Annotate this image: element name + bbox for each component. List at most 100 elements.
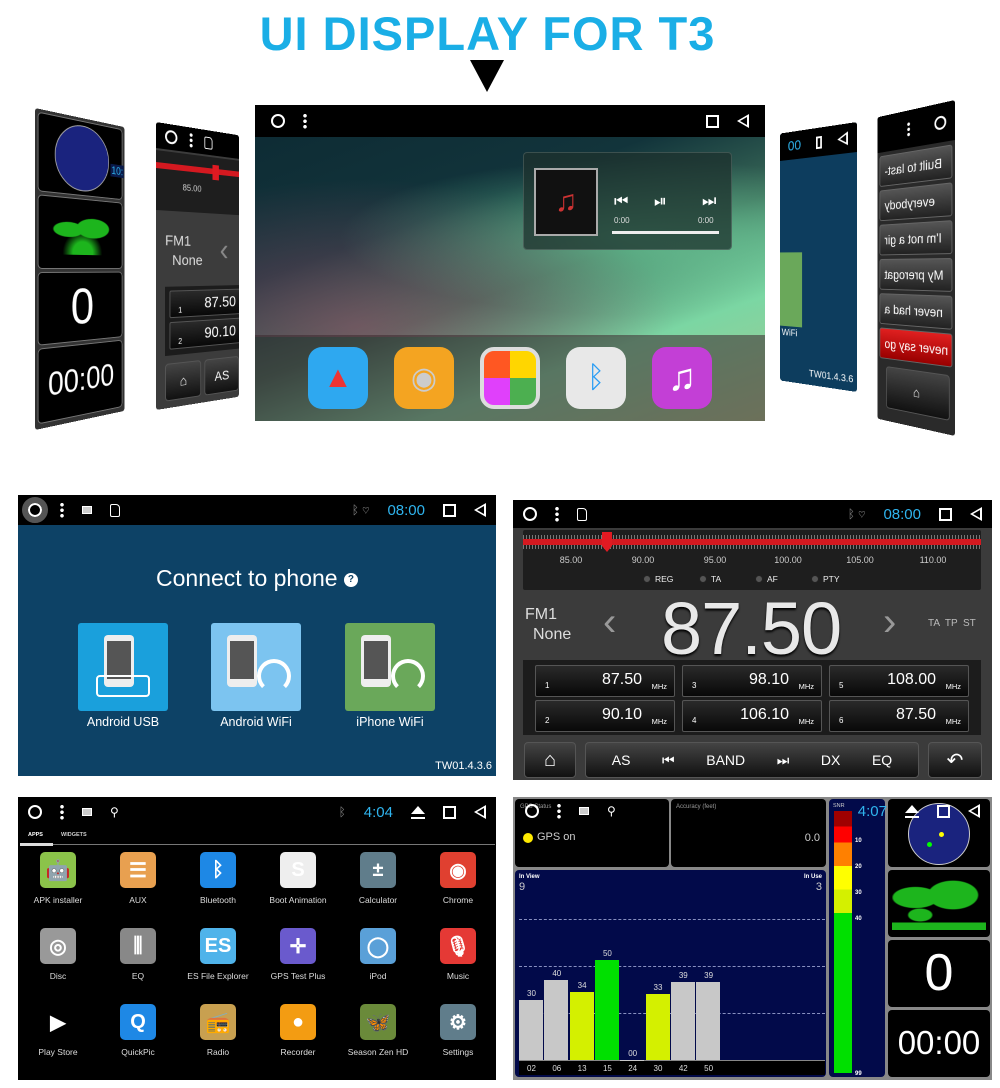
app-ipod[interactable]: ◯ iPod: [338, 928, 418, 981]
bluetooth-app-icon[interactable]: ᛒ: [566, 347, 626, 409]
navigation-app-icon[interactable]: ▲: [308, 347, 368, 409]
preset-2[interactable]: 2 90.10: [169, 317, 239, 350]
as-button[interactable]: AS: [204, 355, 239, 396]
scale-label: 110.00: [919, 555, 947, 565]
app-eq[interactable]: ⫼ EQ: [98, 928, 178, 981]
tab-widgets[interactable]: WIDGETS: [61, 832, 87, 838]
help-icon[interactable]: ?: [343, 572, 358, 587]
back-icon[interactable]: [837, 131, 848, 147]
as-button[interactable]: AS: [612, 752, 631, 768]
android-wifi-tile[interactable]: [211, 623, 301, 711]
eject-icon[interactable]: [411, 805, 425, 819]
app-chrome[interactable]: ◉ Chrome: [418, 852, 496, 905]
app-gps-test-plus[interactable]: ✛ GPS Test Plus: [258, 928, 338, 981]
preset-4[interactable]: 4 106.10 MHz: [682, 700, 822, 732]
preset-5[interactable]: 5 108.00 MHz: [829, 665, 969, 697]
seek-forward-button[interactable]: ⏭: [777, 752, 790, 769]
home-circle-icon[interactable]: [22, 497, 48, 523]
seek-back-button[interactable]: ⏮: [662, 752, 675, 769]
speaker-app-icon[interactable]: ◉: [394, 347, 454, 409]
app-es-file-explorer[interactable]: ES ES File Explorer: [178, 928, 258, 981]
app-music[interactable]: 🎙 Music: [418, 928, 496, 981]
menu-icon[interactable]: [60, 804, 64, 820]
seek-prev-chevron[interactable]: ‹: [603, 600, 616, 645]
preset-6[interactable]: 6 87.50 MHz: [829, 700, 969, 732]
album-art-icon[interactable]: ♫: [534, 168, 598, 236]
menu-icon[interactable]: [60, 502, 64, 518]
next-track-icon[interactable]: ⏭: [702, 193, 716, 211]
seek-next-chevron[interactable]: ›: [883, 600, 896, 645]
recents-icon[interactable]: [939, 507, 952, 521]
menu-icon[interactable]: [907, 121, 911, 137]
back-icon[interactable]: [968, 804, 980, 818]
preset-1[interactable]: 1 87.50: [169, 288, 239, 319]
recents-icon[interactable]: [443, 805, 456, 819]
app-icon: ES: [200, 928, 236, 964]
song-item[interactable]: everybody: [879, 182, 953, 222]
iphone-wifi-tile[interactable]: [780, 252, 803, 328]
preset-3[interactable]: 3 98.10 MHz: [682, 665, 822, 697]
pty-indicator[interactable]: PTY: [811, 574, 840, 584]
previous-track-icon[interactable]: ⏮: [614, 193, 628, 211]
menu-icon[interactable]: [303, 113, 307, 129]
menu-icon[interactable]: [189, 132, 193, 149]
app-play-store[interactable]: ▶ Play Store: [18, 1004, 98, 1057]
app-aux[interactable]: ☰ AUX: [98, 852, 178, 905]
song-item[interactable]: I'm not a gir: [879, 220, 953, 256]
tab-apps[interactable]: APPS: [28, 832, 43, 838]
app-boot-animation[interactable]: S Boot Animation: [258, 852, 338, 905]
recents-icon[interactable]: [706, 114, 719, 128]
home-button[interactable]: ⌂: [886, 366, 950, 421]
song-item[interactable]: My prerogat: [879, 258, 953, 292]
preset-2[interactable]: 2 90.10 MHz: [535, 700, 675, 732]
progress-bar[interactable]: [612, 231, 719, 234]
preset-1[interactable]: 1 87.50 MHz: [535, 665, 675, 697]
back-icon[interactable]: [970, 507, 982, 521]
back-icon[interactable]: [474, 503, 486, 517]
back-icon[interactable]: [737, 114, 749, 128]
home-circle-icon[interactable]: [525, 804, 539, 818]
home-circle-icon[interactable]: [934, 114, 947, 131]
app-radio[interactable]: 📻 Radio: [178, 1004, 258, 1057]
back-icon[interactable]: [474, 805, 486, 819]
home-button[interactable]: ⌂: [165, 360, 202, 402]
home-circle-icon[interactable]: [271, 114, 285, 128]
android-usb-tile[interactable]: [78, 623, 168, 711]
af-indicator[interactable]: AF: [755, 574, 778, 584]
home-circle-icon[interactable]: [165, 129, 178, 145]
app-label: Season Zen HD: [347, 1047, 409, 1057]
music-app-icon[interactable]: ♫: [652, 347, 712, 409]
app-calculator[interactable]: ± Calculator: [338, 852, 418, 905]
menu-icon[interactable]: [557, 803, 561, 819]
recents-icon[interactable]: [443, 503, 456, 517]
song-item-selected[interactable]: never say go: [879, 327, 953, 368]
eject-icon[interactable]: [905, 804, 919, 818]
apps-grid-icon[interactable]: [480, 347, 540, 409]
home-circle-icon[interactable]: [523, 507, 537, 521]
play-pause-icon[interactable]: ⏯: [654, 193, 667, 211]
app-settings[interactable]: ⚙ Settings: [418, 1004, 496, 1057]
tuner-scale[interactable]: 85.00 90.00 95.00 100.00 105.00 110.00 R…: [523, 530, 981, 590]
app-quickpic[interactable]: Q QuickPic: [98, 1004, 178, 1057]
home-circle-icon[interactable]: [28, 805, 42, 819]
band-button[interactable]: BAND: [706, 752, 745, 768]
app-apk-installer[interactable]: 🤖 APK installer: [18, 852, 98, 905]
reg-indicator[interactable]: REG: [643, 574, 673, 584]
recents-icon[interactable]: [815, 135, 822, 149]
app-disc[interactable]: ◎ Disc: [18, 928, 98, 981]
iphone-wifi-tile[interactable]: [345, 623, 435, 711]
app-recorder[interactable]: ● Recorder: [258, 1004, 338, 1057]
tuner-needle[interactable]: [602, 532, 612, 552]
prev-chevron-icon[interactable]: ‹: [220, 233, 229, 269]
menu-icon[interactable]: [555, 506, 559, 522]
song-item[interactable]: never had a: [879, 293, 953, 330]
tuner-needle[interactable]: [212, 164, 219, 181]
eq-button[interactable]: EQ: [872, 752, 892, 768]
app-season-zen-hd[interactable]: 🦋 Season Zen HD: [338, 1004, 418, 1057]
ta-indicator[interactable]: TA: [699, 574, 721, 584]
app-bluetooth[interactable]: ᛒ Bluetooth: [178, 852, 258, 905]
dx-button[interactable]: DX: [821, 752, 840, 768]
recents-icon[interactable]: [937, 804, 950, 818]
home-button[interactable]: ⌂: [524, 742, 576, 778]
back-button[interactable]: ↶: [928, 742, 982, 778]
